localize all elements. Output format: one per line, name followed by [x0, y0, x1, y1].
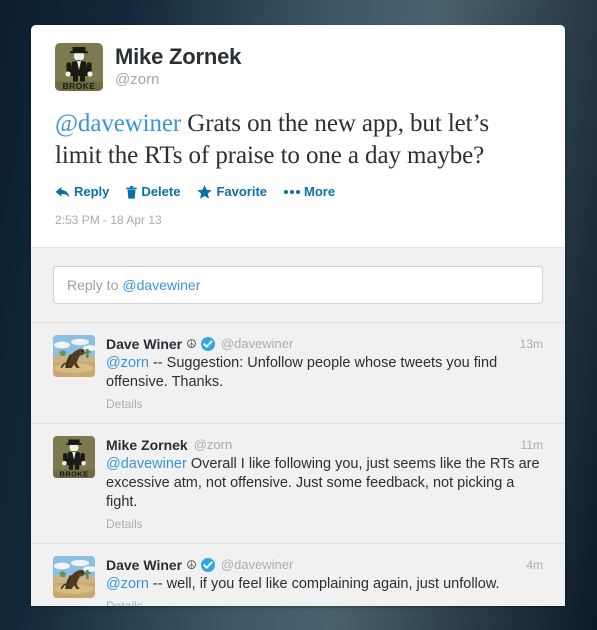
reply-placeholder-prefix: Reply to	[67, 277, 119, 293]
more-button[interactable]: More	[284, 185, 335, 199]
peace-sign-icon: ☮	[186, 558, 197, 572]
tweet-actions-bar: Reply Delete Favorite More	[55, 185, 541, 199]
list-item[interactable]: BROKE Mike Zornek @zorn 11m @davewiner O…	[31, 423, 565, 543]
reply-input[interactable]: Reply to @davewiner	[53, 266, 543, 304]
delete-button[interactable]: Delete	[126, 185, 180, 199]
reply-compose-area: Reply to @davewiner	[31, 248, 565, 322]
mention-link[interactable]: @zorn	[106, 355, 149, 371]
conversation-list: Dave Winer ☮ @davewiner 13m @zorn -- Sug…	[31, 322, 565, 606]
reply-timestamp[interactable]: 4m	[518, 557, 543, 573]
verified-badge-icon	[200, 337, 215, 351]
reply-text: @zorn -- Suggestion: Unfollow people who…	[106, 354, 543, 392]
mention-link[interactable]: @davewiner	[106, 456, 187, 472]
svg-text:BROKE: BROKE	[62, 81, 95, 91]
favorite-label: Favorite	[216, 184, 268, 199]
main-tweet-timestamp[interactable]: 2:53 PM - 18 Apr 13	[55, 213, 541, 227]
list-item[interactable]: Dave Winer ☮ @davewiner 13m @zorn -- Sug…	[31, 322, 565, 423]
reply-text-body: -- well, if you feel like complaining ag…	[148, 576, 500, 592]
reply-label: Reply	[74, 184, 110, 199]
dave-winer-avatar[interactable]	[53, 556, 95, 598]
details-link[interactable]: Details	[106, 397, 143, 411]
details-link[interactable]: Details	[106, 599, 143, 606]
reply-timestamp[interactable]: 11m	[513, 437, 543, 453]
ellipsis-icon	[284, 190, 301, 194]
list-item[interactable]: Dave Winer ☮ @davewiner 4m @zorn -- well…	[31, 543, 565, 606]
star-icon	[197, 185, 213, 199]
favorite-button[interactable]: Favorite	[197, 185, 267, 199]
reply-body: Dave Winer ☮ @davewiner 13m @zorn -- Sug…	[106, 335, 543, 413]
verified-badge-icon	[200, 558, 215, 572]
mike-zornek-avatar[interactable]: BROKE	[55, 43, 103, 91]
mike-zornek-avatar[interactable]: BROKE	[53, 436, 95, 478]
reply-text-body: -- Suggestion: Unfollow people whose twe…	[106, 355, 498, 390]
mention-link[interactable]: @zorn	[106, 576, 149, 592]
reply-placeholder-mention: @davewiner	[122, 277, 201, 293]
reply-button[interactable]: Reply	[55, 185, 109, 199]
main-tweet-author-name[interactable]: Mike Zornek	[115, 44, 241, 69]
main-tweet: BROKE Mike Zornek @zorn @davewiner Grats…	[31, 25, 565, 248]
reply-author-name[interactable]: Dave Winer	[106, 336, 182, 352]
reply-timestamp[interactable]: 13m	[512, 336, 543, 352]
reply-text: @zorn -- well, if you feel like complain…	[106, 575, 543, 594]
reply-header: Dave Winer ☮ @davewiner 4m	[106, 557, 543, 573]
peace-sign-icon: ☮	[186, 337, 197, 351]
delete-label: Delete	[141, 184, 181, 199]
dave-winer-avatar[interactable]	[53, 335, 95, 377]
reply-body: Mike Zornek @zorn 11m @davewiner Overall…	[106, 436, 543, 533]
reply-arrow-icon	[55, 186, 70, 199]
reply-author-handle[interactable]: @davewiner	[221, 336, 293, 352]
main-tweet-author-handle[interactable]: @zorn	[115, 70, 241, 89]
reply-header: Mike Zornek @zorn 11m	[106, 437, 543, 453]
mention-davewiner[interactable]: @davewiner	[55, 110, 181, 137]
svg-text:BROKE: BROKE	[60, 469, 89, 478]
reply-author-handle[interactable]: @zorn	[194, 437, 233, 453]
details-link[interactable]: Details	[106, 517, 143, 531]
reply-body: Dave Winer ☮ @davewiner 4m @zorn -- well…	[106, 556, 543, 606]
more-label: More	[304, 184, 336, 199]
reply-author-name[interactable]: Dave Winer	[106, 557, 182, 573]
trash-icon	[126, 185, 138, 199]
main-tweet-header: BROKE Mike Zornek @zorn	[55, 43, 541, 91]
reply-author-name[interactable]: Mike Zornek	[106, 437, 188, 453]
reply-text: @davewiner Overall I like following you,…	[106, 455, 543, 512]
main-tweet-text: @davewiner Grats on the new app, but let…	[55, 108, 541, 172]
reply-author-handle[interactable]: @davewiner	[221, 557, 293, 573]
main-tweet-author-block: Mike Zornek @zorn	[115, 43, 241, 89]
reply-header: Dave Winer ☮ @davewiner 13m	[106, 336, 543, 352]
tweet-permalink-card: BROKE Mike Zornek @zorn @davewiner Grats…	[31, 25, 565, 606]
